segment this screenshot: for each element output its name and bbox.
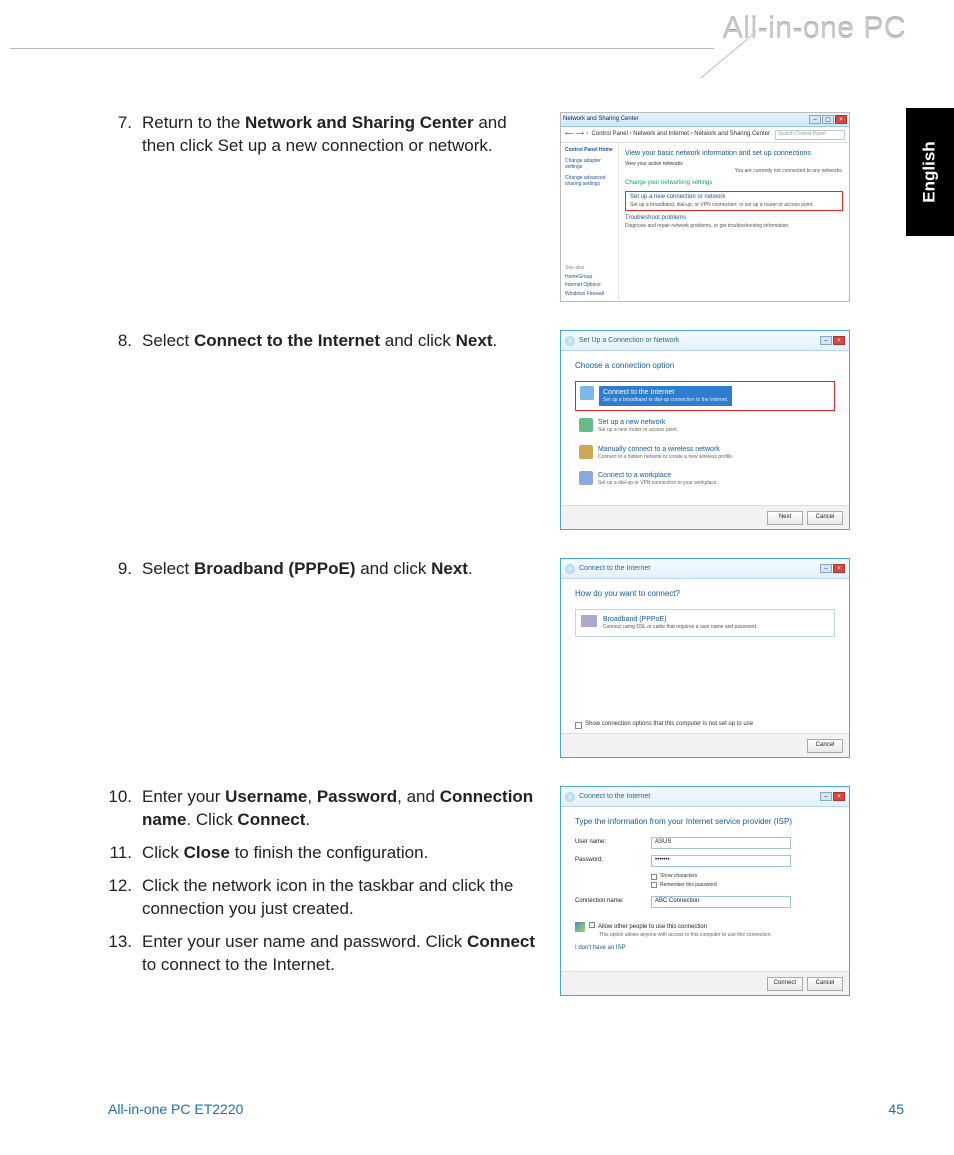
remember-password-checkbox[interactable]: Remember this password	[651, 882, 835, 889]
step-8: 8. Select Connect to the Internet and cl…	[108, 330, 538, 353]
cancel-button[interactable]: Cancel	[807, 739, 843, 753]
page-number: 45	[888, 1101, 904, 1117]
highlight-setup-connection[interactable]: Set up a new connection or network Set u…	[625, 191, 843, 211]
option-workplace[interactable]: Connect to a workplaceSet up a dial-up o…	[575, 467, 835, 491]
screenshot-connect-internet: Connect to the Internet –× How do you wa…	[560, 558, 850, 758]
main-content: 7. Return to the Network and Sharing Cen…	[108, 112, 904, 1024]
close-icon: ×	[833, 792, 845, 801]
globe-icon	[580, 386, 594, 400]
wifi-icon	[579, 445, 593, 459]
option-new-network[interactable]: Set up a new networkSet up a new router …	[575, 414, 835, 438]
sidebar-link[interactable]: Change adapter settings	[565, 158, 614, 171]
router-icon	[579, 418, 593, 432]
password-input[interactable]: •••••••	[651, 855, 791, 867]
back-icon[interactable]	[565, 792, 575, 802]
step-12: 12. Click the network icon in the taskba…	[108, 875, 538, 921]
step-7: 7. Return to the Network and Sharing Cen…	[108, 112, 538, 158]
username-input[interactable]: ASUS	[651, 837, 791, 849]
back-icon[interactable]	[565, 564, 575, 574]
step-9: 9. Select Broadband (PPPoE) and click Ne…	[108, 558, 538, 581]
no-isp-link[interactable]: I don't have an ISP	[575, 945, 835, 953]
modem-icon	[581, 615, 597, 627]
search-input[interactable]: Search Control Panel	[775, 130, 845, 140]
screenshot-isp-info: Connect to the Internet –× Type the info…	[560, 786, 850, 996]
option-connect-internet[interactable]: Connect to the Internet Set up a broadba…	[575, 381, 835, 411]
language-tab: English	[906, 108, 954, 236]
connect-button[interactable]: Connect	[767, 977, 803, 991]
close-icon: ×	[833, 564, 845, 573]
building-icon	[579, 471, 593, 485]
close-icon: ×	[833, 336, 845, 345]
show-characters-checkbox[interactable]: Show characters	[651, 873, 835, 880]
page-brand: All-in-one PC	[723, 12, 906, 46]
next-button[interactable]: Next	[767, 511, 803, 525]
screenshot-network-sharing-center: Network and Sharing Center –▢× ⟵ ⟶ ↑ Con…	[560, 112, 850, 302]
shield-icon	[575, 922, 585, 932]
connection-name-input[interactable]: ABC Connection	[651, 896, 791, 908]
back-icon[interactable]	[565, 336, 575, 346]
step-13: 13. Enter your user name and password. C…	[108, 931, 538, 977]
cancel-button[interactable]: Cancel	[807, 977, 843, 991]
footer-model: All-in-one PC ET2220	[108, 1101, 243, 1117]
close-icon: ×	[835, 115, 847, 124]
screenshot-setup-connection: Set Up a Connection or Network –× Choose…	[560, 330, 850, 530]
show-options-checkbox[interactable]: Show connection options that this comput…	[575, 721, 753, 729]
option-broadband-pppoe[interactable]: Broadband (PPPoE) Connect using DSL or c…	[575, 609, 835, 637]
allow-others-checkbox[interactable]: Allow other people to use this connectio…	[575, 922, 835, 938]
step-11: 11. Click Close to finish the configurat…	[108, 842, 538, 865]
cancel-button[interactable]: Cancel	[807, 511, 843, 525]
sidebar-link[interactable]: Change advanced sharing settings	[565, 175, 614, 188]
option-wireless[interactable]: Manually connect to a wireless networkCo…	[575, 441, 835, 465]
step-10: 10. Enter your Username, Password, and C…	[108, 786, 538, 832]
